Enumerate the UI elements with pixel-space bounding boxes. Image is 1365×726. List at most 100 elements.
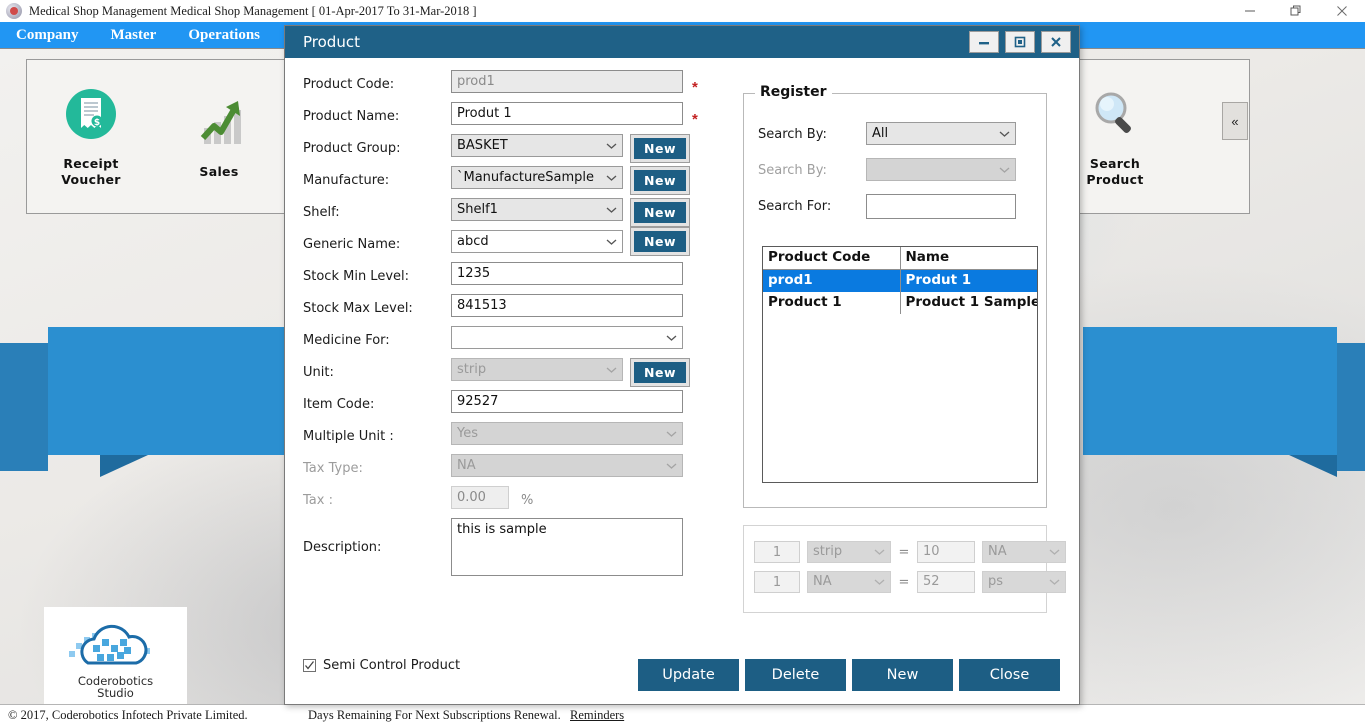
tile-label-receipt-voucher: Receipt Voucher xyxy=(61,155,121,187)
product-dialog-title: Product xyxy=(303,33,360,51)
conversion-unit-2[interactable]: NA xyxy=(807,571,891,593)
search-for-row: Search For: xyxy=(758,194,1028,219)
chevron-down-icon xyxy=(606,367,617,373)
select-product-group[interactable]: BASKET xyxy=(451,134,623,157)
window-close-button[interactable] xyxy=(1319,0,1365,22)
sales-growth-icon xyxy=(191,94,247,155)
product-form: Product Code: prod1 * Product Name: Prod… xyxy=(303,70,703,580)
label-tax-type: Tax Type: xyxy=(303,461,363,476)
label-multiple-unit: Multiple Unit : xyxy=(303,429,394,444)
product-dialog-titlebar: Product xyxy=(285,26,1079,58)
label-search-by-secondary: Search By: xyxy=(758,163,827,178)
unit-conversion-panel: 1 strip = 10 NA 1 NA = 52 ps xyxy=(743,525,1066,613)
search-by-secondary-row: Search By: xyxy=(758,158,1028,181)
field-tax: Tax : 0.00 % xyxy=(303,486,703,518)
statusbar-renewal: Days Remaining For Next Subscriptions Re… xyxy=(308,708,561,722)
conversion-target-unit-2[interactable]: ps xyxy=(982,571,1066,593)
chevron-down-icon xyxy=(999,167,1010,173)
window-minimize-button[interactable] xyxy=(1227,0,1273,22)
conversion-row-2: 1 NA = 52 ps xyxy=(754,571,1066,593)
chevron-down-icon xyxy=(606,207,617,213)
label-medicine-for: Medicine For: xyxy=(303,333,390,348)
select-multiple-unit[interactable]: Yes xyxy=(451,422,683,445)
conversion-qty-2[interactable]: 1 xyxy=(754,571,800,593)
table-row[interactable]: Product 1 Product 1 Sample xyxy=(763,292,1037,314)
grid-header-row: Product Code Name xyxy=(763,247,1037,270)
label-item-code: Item Code: xyxy=(303,397,375,412)
window-restore-button[interactable] xyxy=(1273,0,1319,22)
conversion-unit-1[interactable]: strip xyxy=(807,541,891,563)
select-unit[interactable]: strip xyxy=(451,358,623,381)
new-shelf-button[interactable]: New xyxy=(631,199,689,226)
menu-item-operations[interactable]: Operations xyxy=(172,22,276,48)
new-manufacture-button[interactable]: New xyxy=(631,167,689,194)
new-product-group-button[interactable]: New xyxy=(631,135,689,162)
select-tax-type[interactable]: NA xyxy=(451,454,683,477)
conversion-qty-1[interactable]: 1 xyxy=(754,541,800,563)
input-stock-max-level[interactable]: 841513 xyxy=(451,294,683,317)
tile-sales[interactable]: Sales xyxy=(155,94,283,180)
window-title: Medical Shop Management Medical Shop Man… xyxy=(29,3,477,18)
select-search-by[interactable]: All xyxy=(866,122,1016,145)
register-group: Register Search By: All Search By: Searc… xyxy=(743,84,1047,508)
new-button[interactable]: New xyxy=(852,659,953,691)
close-button[interactable]: Close xyxy=(959,659,1060,691)
grid-cell-name: Product 1 Sample xyxy=(905,294,1038,310)
update-button[interactable]: Update xyxy=(638,659,739,691)
menu-item-company[interactable]: Company xyxy=(0,22,95,48)
checkmark-icon xyxy=(305,661,315,670)
menu-item-master[interactable]: Master xyxy=(95,22,173,48)
label-manufacture: Manufacture: xyxy=(303,173,390,188)
textarea-description[interactable]: this is sample xyxy=(451,518,683,576)
statusbar-copyright: © 2017, Coderobotics Infotech Private Li… xyxy=(8,708,248,722)
new-unit-button[interactable]: New xyxy=(631,359,689,386)
receipt-voucher-icon: $ xyxy=(63,86,119,147)
statusbar: © 2017, Coderobotics Infotech Private Li… xyxy=(0,704,1365,726)
input-tax[interactable]: 0.00 xyxy=(451,486,509,509)
label-unit: Unit: xyxy=(303,365,334,380)
collapse-ribbon-button[interactable]: « xyxy=(1222,102,1248,140)
field-stock-min-level: Stock Min Level: 1235 xyxy=(303,262,703,294)
label-description: Description: xyxy=(303,540,382,555)
product-results-grid[interactable]: Product Code Name prod1 Produt 1 Product… xyxy=(762,246,1038,483)
select-generic-name[interactable]: abcd xyxy=(451,230,623,253)
delete-button[interactable]: Delete xyxy=(745,659,846,691)
product-dialog-controls xyxy=(969,31,1071,53)
conversion-value-1[interactable]: 10 xyxy=(917,541,975,563)
input-stock-min-level[interactable]: 1235 xyxy=(451,262,683,285)
select-search-by-secondary[interactable] xyxy=(866,158,1016,181)
chevron-down-icon xyxy=(999,131,1010,137)
field-tax-type: Tax Type: NA xyxy=(303,454,703,486)
semi-control-product-checkbox[interactable] xyxy=(303,659,316,672)
chevron-down-icon xyxy=(666,431,677,437)
decorative-banner-left-fold xyxy=(100,455,148,477)
input-product-name[interactable]: Produt 1 xyxy=(451,102,683,125)
decorative-banner-right-tail xyxy=(1337,343,1365,471)
label-product-group: Product Group: xyxy=(303,141,401,156)
dialog-minimize-button[interactable] xyxy=(969,31,999,53)
dialog-close-button[interactable] xyxy=(1041,31,1071,53)
select-manufacture[interactable]: `ManufactureSample xyxy=(451,166,623,189)
statusbar-reminders-link[interactable]: Reminders xyxy=(570,708,624,723)
field-multiple-unit: Multiple Unit : Yes xyxy=(303,422,703,454)
chevron-down-icon xyxy=(874,579,885,585)
dialog-maximize-button[interactable] xyxy=(1005,31,1035,53)
input-item-code[interactable]: 92527 xyxy=(451,390,683,413)
input-search-for[interactable] xyxy=(866,194,1016,219)
label-stock-max-level: Stock Max Level: xyxy=(303,301,413,316)
input-product-code[interactable]: prod1 xyxy=(451,70,683,93)
search-product-icon xyxy=(1087,86,1143,147)
product-dialog: Product Product Code: prod1 * Product Na… xyxy=(284,25,1080,705)
semi-control-product-row[interactable]: Semi Control Product xyxy=(303,658,460,673)
select-shelf[interactable]: Shelf1 xyxy=(451,198,623,221)
tile-receipt-voucher[interactable]: $ Receipt Voucher xyxy=(27,86,155,187)
conversion-value-2[interactable]: 52 xyxy=(917,571,975,593)
chevron-down-icon xyxy=(606,175,617,181)
register-group-title: Register xyxy=(755,84,832,100)
select-medicine-for[interactable] xyxy=(451,326,683,349)
new-generic-name-button[interactable]: New xyxy=(631,228,689,255)
table-row[interactable]: prod1 Produt 1 xyxy=(763,270,1037,292)
conversion-target-unit-1[interactable]: NA xyxy=(982,541,1066,563)
svg-text:$: $ xyxy=(94,118,100,128)
grid-col-product-code: Product Code xyxy=(763,247,901,269)
